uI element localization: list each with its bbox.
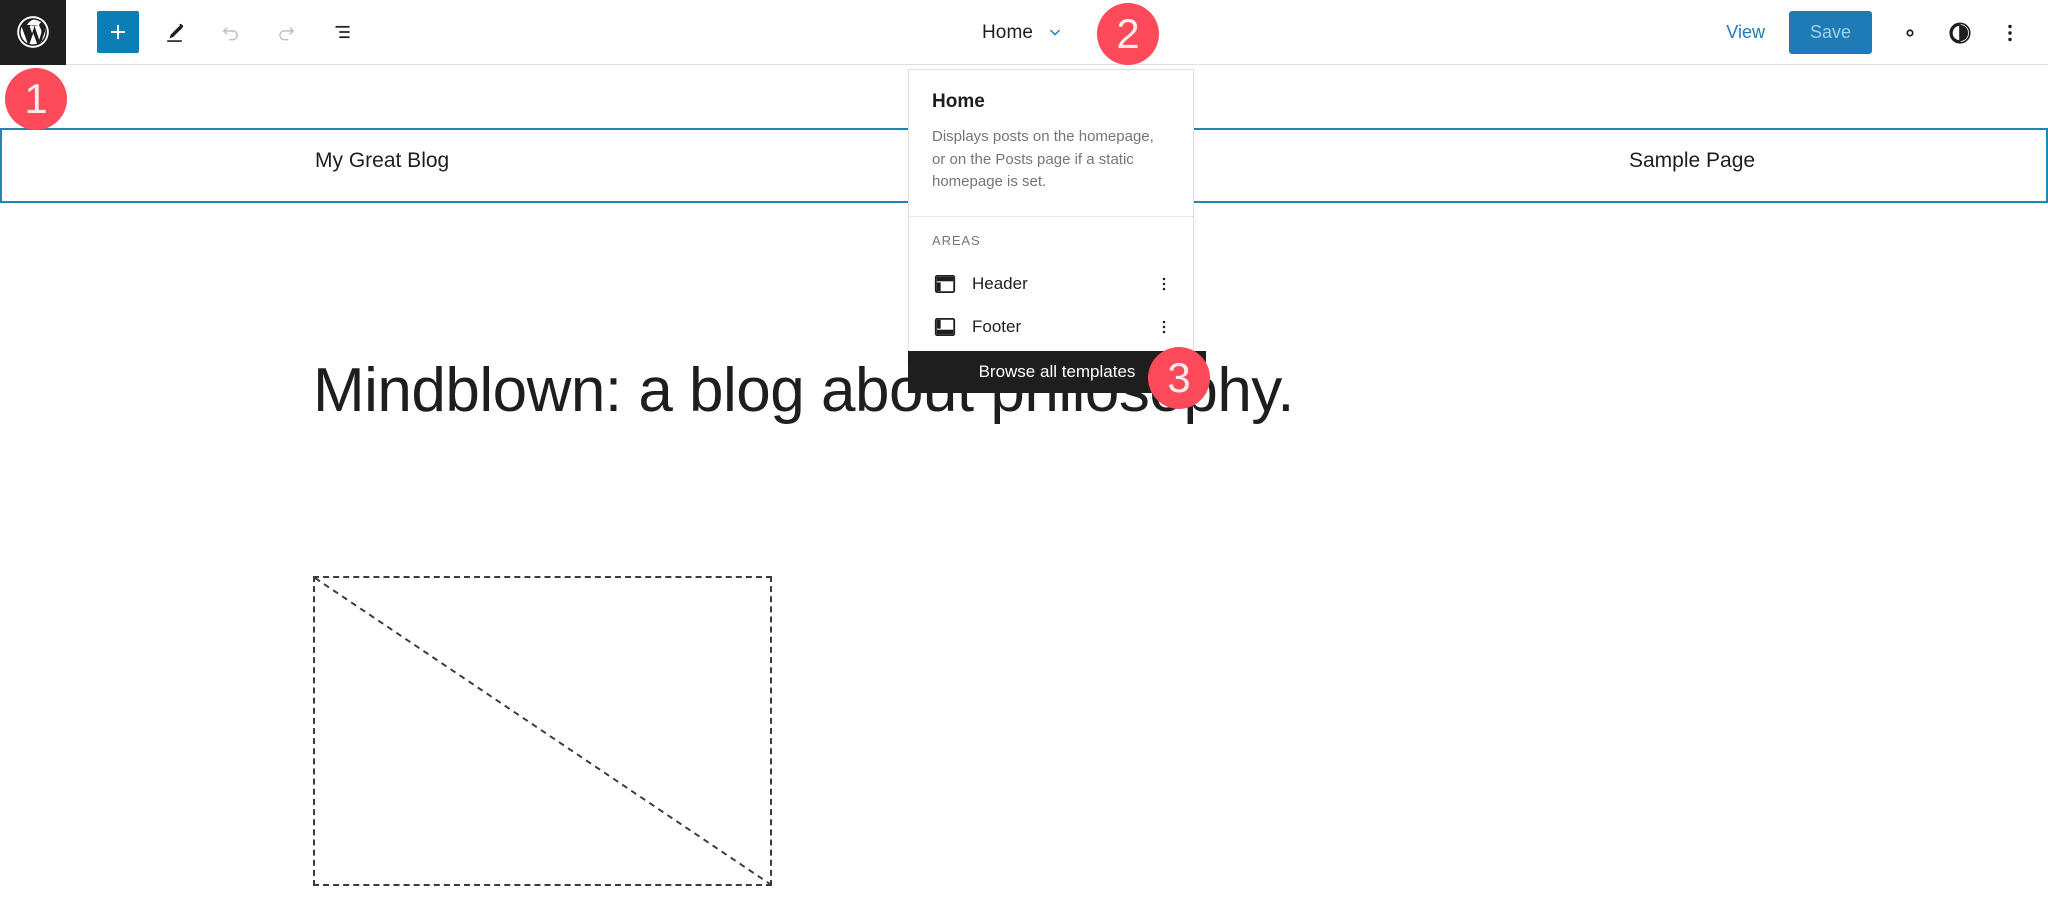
annotation-badge-2: 2 (1097, 3, 1159, 65)
gear-icon (1906, 28, 1914, 37)
plus-icon (111, 25, 125, 39)
chevron-down-icon (1044, 22, 1066, 44)
styles-button[interactable] (1938, 11, 1982, 55)
area-footer-options-button[interactable] (1151, 314, 1177, 340)
area-item-footer[interactable]: Footer (909, 306, 1193, 349)
view-button[interactable]: View (1712, 12, 1779, 53)
area-item-header[interactable]: Header (909, 263, 1193, 306)
popover-title: Home (932, 91, 985, 112)
document-title-label: Home (981, 21, 1034, 43)
toolbar-tools-group (97, 11, 363, 53)
save-button[interactable]: Save (1788, 11, 1872, 54)
annotation-badge-1: 1 (5, 68, 67, 130)
more-options-button[interactable] (1988, 11, 2032, 55)
redo-arrow-icon (278, 26, 294, 40)
area-header-options-button[interactable] (1151, 271, 1177, 297)
editor-toolbar: Home View Save (0, 0, 2048, 65)
broken-image-placeholder[interactable] (313, 576, 772, 886)
area-item-label: Header (972, 274, 1028, 293)
wordpress-site-editor: Home View Save My Great Blog Sample Page… (0, 0, 2048, 912)
site-title[interactable]: My Great Blog (315, 149, 449, 173)
settings-button[interactable] (1888, 11, 1932, 55)
nav-link-sample-page[interactable]: Sample Page (1629, 149, 1755, 173)
template-part-header-icon (932, 271, 958, 297)
popover-areas-section: AREAS Header Footer (909, 217, 1193, 361)
template-part-footer-icon (932, 314, 958, 340)
template-switcher-button[interactable]: Home (974, 16, 1074, 50)
edit-mode-button[interactable] (153, 11, 195, 53)
list-view-button[interactable] (321, 11, 363, 53)
popover-description: Displays posts on the homepage, or on th… (932, 128, 1154, 190)
template-details-popover: Home Displays posts on the homepage, or … (908, 69, 1194, 362)
redo-button[interactable] (265, 11, 307, 53)
undo-arrow-icon (222, 26, 238, 40)
pencil-icon (166, 23, 183, 42)
annotation-badge-3: 3 (1148, 347, 1210, 409)
undo-button[interactable] (209, 11, 251, 53)
area-item-label: Footer (972, 317, 1022, 336)
areas-section-label: AREAS (932, 232, 981, 248)
toolbar-right-group: View Save (1712, 0, 2032, 65)
popover-summary: Home Displays posts on the homepage, or … (909, 70, 1193, 217)
contrast-half-circle-icon (1949, 21, 1971, 44)
add-block-button[interactable] (97, 11, 139, 53)
more-vertical-dots-icon (2008, 24, 2012, 41)
wordpress-logo-icon[interactable] (0, 0, 66, 65)
list-view-icon (335, 25, 350, 39)
